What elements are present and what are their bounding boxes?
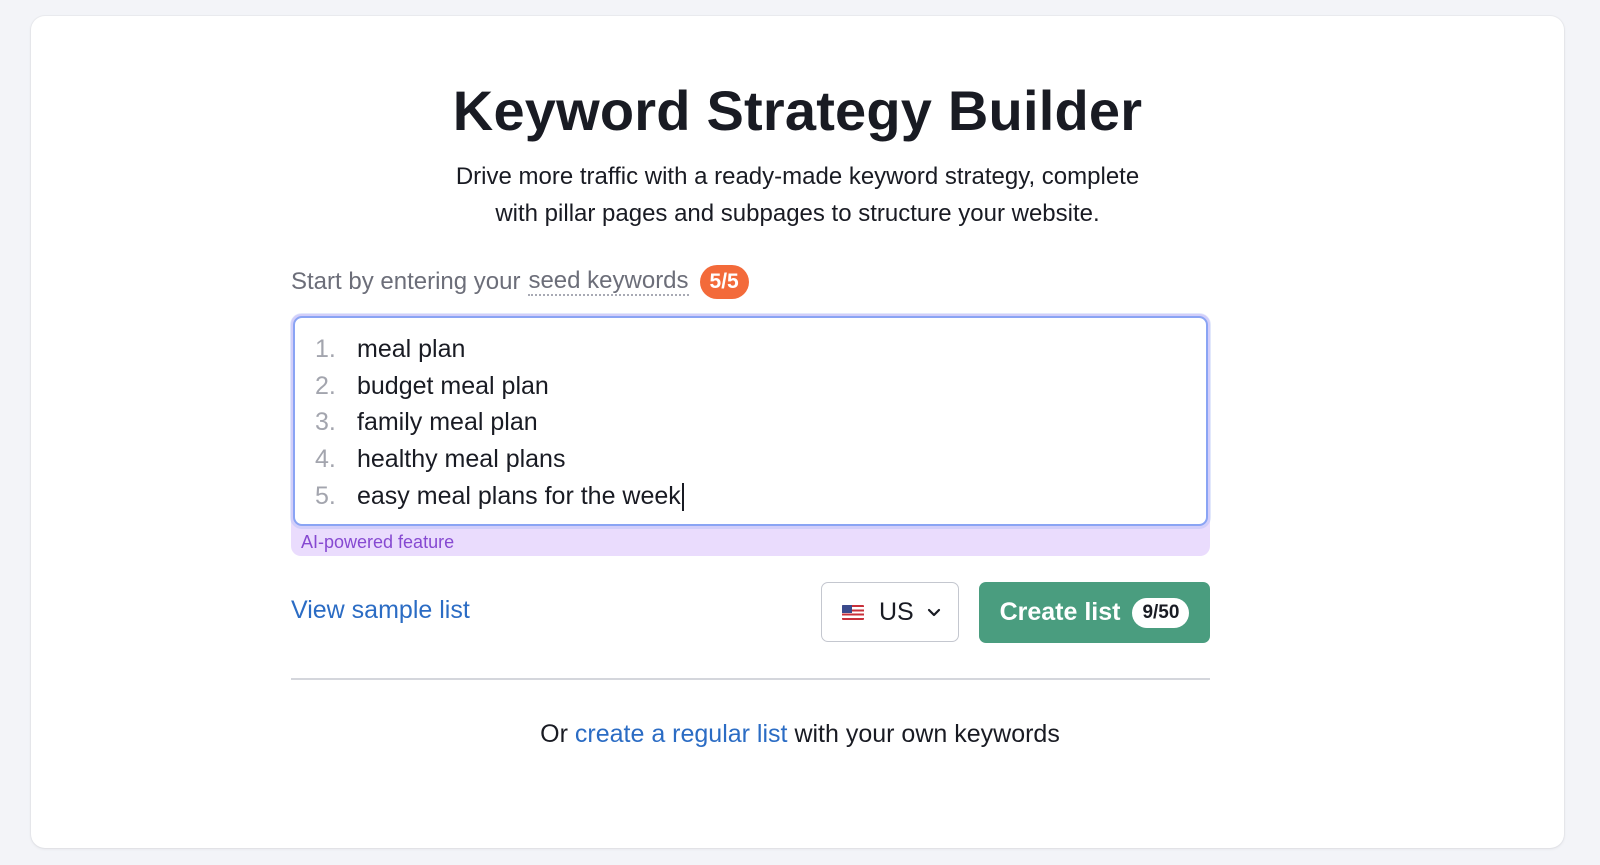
list-item: 2. budget meal plan (315, 368, 684, 405)
seed-prompt-text: Start by entering your (291, 268, 521, 295)
seed-prompt: Start by entering your seed keywords 5/5 (291, 265, 749, 299)
us-flag-icon (842, 604, 864, 620)
seed-keywords-list: 1. meal plan 2. budget meal plan 3. fami… (315, 331, 684, 515)
credits-badge: 9/50 (1132, 597, 1190, 628)
line-number: 3. (315, 408, 336, 437)
list-item: 5. easy meal plans for the week (315, 478, 684, 515)
line-number: 5. (315, 482, 336, 511)
page-title: Keyword Strategy Builder (452, 79, 1143, 142)
keyword-text: family meal plan (357, 408, 538, 437)
line-number: 4. (315, 445, 336, 474)
action-bar: View sample list US Create list 9/50 (291, 582, 1210, 644)
create-regular-list-link[interactable]: create a regular list (575, 720, 788, 748)
line-number: 1. (315, 334, 336, 363)
seed-keywords-input[interactable]: 1. meal plan 2. budget meal plan 3. fami… (293, 316, 1208, 526)
create-list-label: Create list (999, 598, 1121, 626)
country-code: US (879, 597, 914, 626)
country-select[interactable]: US (821, 582, 959, 642)
text-caret (681, 482, 684, 511)
ai-feature-frame: 1. meal plan 2. budget meal plan 3. fami… (291, 314, 1210, 556)
list-item: 1. meal plan (315, 331, 684, 368)
footer-prefix: Or (540, 720, 568, 748)
chevron-down-icon (927, 608, 940, 617)
footer-suffix: with your own keywords (794, 720, 1060, 748)
create-list-button[interactable]: Create list 9/50 (979, 582, 1210, 643)
keyword-text: budget meal plan (357, 371, 549, 400)
seed-keywords-tooltip-trigger[interactable]: seed keywords (528, 268, 689, 296)
section-divider (291, 678, 1210, 680)
regular-list-prompt: Or create a regular list with your own k… (0, 720, 1600, 749)
list-item: 3. family meal plan (315, 405, 684, 442)
keyword-text: healthy meal plans (357, 445, 566, 474)
keyword-text: meal plan (357, 334, 466, 363)
list-item: 4. healthy meal plans (315, 441, 684, 478)
view-sample-list-link[interactable]: View sample list (291, 596, 470, 625)
subtitle-line-2: with pillar pages and subpages to struct… (495, 200, 1100, 227)
line-number: 2. (315, 371, 336, 400)
subtitle-line-1: Drive more traffic with a ready-made key… (455, 163, 1140, 190)
page-subtitle: Drive more traffic with a ready-made key… (31, 158, 1564, 232)
keyword-counter-badge: 5/5 (699, 265, 749, 299)
keyword-text: easy meal plans for the week (357, 482, 681, 511)
ai-powered-label: AI-powered feature (301, 532, 455, 552)
